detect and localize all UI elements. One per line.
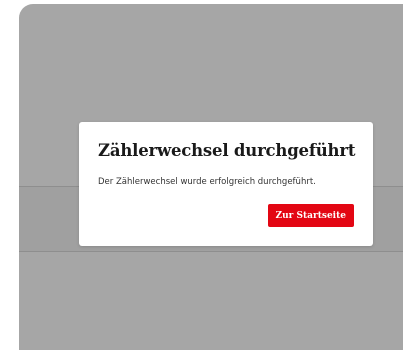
go-to-homepage-button[interactable]: Zur Startseite <box>267 204 354 227</box>
success-dialog: Zählerwechsel durchgeführt Der Zählerwec… <box>79 122 373 246</box>
dialog-title: Zählerwechsel durchgeführt <box>98 141 356 160</box>
dialog-message: Der Zählerwechsel wurde erfolgreich durc… <box>98 177 316 187</box>
